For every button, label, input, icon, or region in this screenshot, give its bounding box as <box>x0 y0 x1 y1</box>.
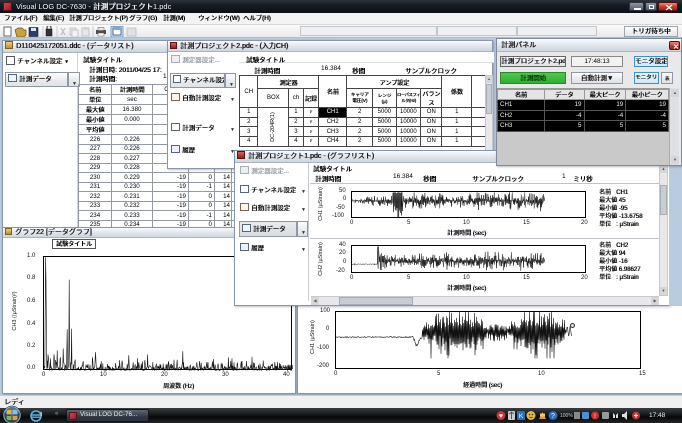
svg-text:?: ? <box>551 413 555 420</box>
svg-text:♥: ♥ <box>499 413 503 420</box>
svg-text:100%: 100% <box>560 413 573 419</box>
svg-text:K: K <box>519 413 524 420</box>
